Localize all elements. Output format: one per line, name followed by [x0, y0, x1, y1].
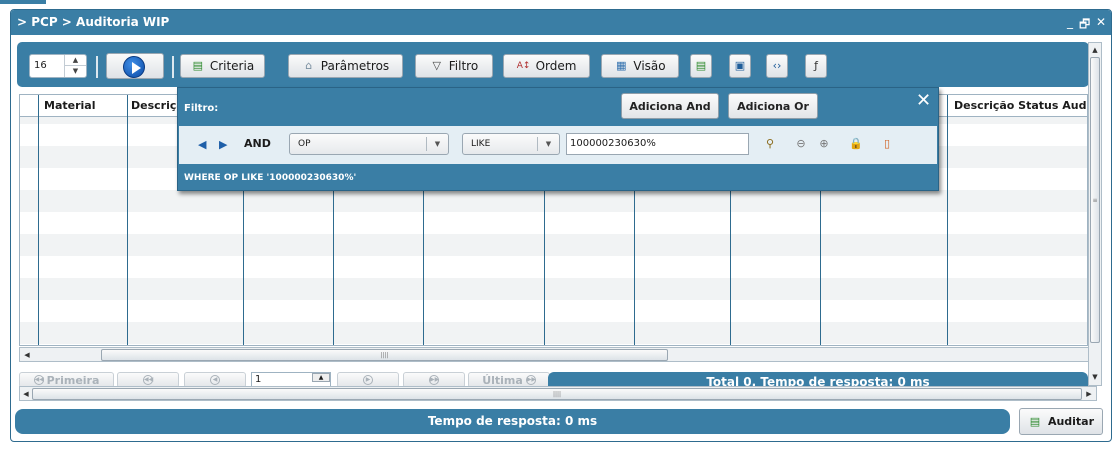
- column-header-descricao-status[interactable]: Descrição Status Audito: [954, 99, 1087, 112]
- auditar-label: Auditar: [1047, 415, 1095, 428]
- fast-forward-icon: ▶▶: [429, 375, 440, 385]
- add-and-button[interactable]: Adiciona And: [621, 93, 719, 119]
- grid-horizontal-scrollbar[interactable]: ◀ ||||: [19, 347, 1097, 362]
- toolbar-separator: [172, 56, 174, 78]
- first-page-label: Primeira: [46, 373, 100, 387]
- field-select-value: OP: [298, 139, 311, 149]
- main-window: > PCP > Auditoria WIP _ 🗗 ✕ 16 ▲ ▼ ▤ Cri…: [10, 9, 1112, 442]
- filter-popup-title: Filtro:: [184, 103, 219, 114]
- logic-operator: AND: [244, 137, 271, 150]
- export-excel-icon[interactable]: ▤: [690, 54, 712, 78]
- stepper-arrows[interactable]: ▲ ▼: [64, 55, 86, 77]
- filter-icon: ▽: [432, 59, 442, 72]
- move-down-icon[interactable]: ⊖: [794, 137, 808, 151]
- page-stepper-icon[interactable]: ▲: [312, 373, 330, 382]
- vertical-scroll-thumb[interactable]: ≡: [1090, 57, 1100, 343]
- vertical-scrollbar[interactable]: ▲ ≡ ▼: [1088, 42, 1102, 386]
- toolbar: 16 ▲ ▼ ▤ Criteria ⌂ Parâmetros ▽ Filtro …: [17, 42, 1089, 87]
- add-or-button[interactable]: Adiciona Or: [728, 93, 818, 119]
- auditar-button[interactable]: ▤ Auditar: [1019, 408, 1103, 435]
- filtro-label: Filtro: [448, 59, 479, 73]
- function-icon[interactable]: ƒ: [805, 54, 827, 78]
- page-size-value: 16: [34, 60, 47, 71]
- table-row: [20, 322, 1087, 344]
- scroll-thumb[interactable]: ||||: [32, 388, 1082, 400]
- code-icon[interactable]: ‹›: [766, 54, 788, 78]
- response-time-status: Tempo de resposta: 0 ms: [15, 409, 1010, 434]
- scroll-down-icon[interactable]: ▼: [1089, 371, 1101, 383]
- close-icon[interactable]: ✕: [1096, 15, 1106, 29]
- stepper-down-icon[interactable]: ▼: [65, 66, 86, 77]
- chevron-down-icon: ▼: [426, 137, 448, 151]
- run-button[interactable]: [106, 53, 164, 79]
- prev-icon: ◀: [210, 375, 220, 385]
- sort-az-icon: A↕: [516, 61, 531, 71]
- where-clause: WHERE OP LIKE '100000230630%': [184, 173, 357, 183]
- stepper-up-icon[interactable]: ▲: [65, 55, 86, 66]
- save-icon[interactable]: ▣: [729, 54, 751, 78]
- page-size-stepper[interactable]: 16 ▲ ▼: [29, 54, 87, 78]
- parametros-button[interactable]: ⌂ Parâmetros: [288, 54, 403, 78]
- scroll-right-icon[interactable]: ▶: [1083, 388, 1095, 400]
- scroll-up-icon[interactable]: ▲: [1089, 44, 1101, 56]
- top-tab-strip: [0, 0, 46, 4]
- ordem-label: Ordem: [535, 59, 577, 73]
- play-icon: [123, 56, 145, 78]
- close-icon[interactable]: ✕: [916, 92, 931, 110]
- page-number-value: 1: [255, 374, 262, 385]
- scroll-left-icon[interactable]: ◀: [21, 349, 33, 361]
- filter-popup: Filtro: Adiciona And Adiciona Or ✕ ◀ ▶ A…: [177, 87, 939, 191]
- remove-condition-icon[interactable]: ▯: [880, 137, 894, 151]
- restore-icon[interactable]: 🗗: [1079, 15, 1090, 36]
- minimize-icon[interactable]: _: [1067, 15, 1073, 29]
- criteria-icon: ▤: [192, 59, 204, 72]
- title-bar: > PCP > Auditoria WIP _ 🗗 ✕: [11, 10, 1111, 35]
- criteria-button[interactable]: ▤ Criteria: [180, 54, 265, 78]
- column-header-material[interactable]: Material: [44, 99, 95, 112]
- operator-select-value: LIKE: [471, 139, 491, 149]
- visao-label: Visão: [633, 59, 666, 73]
- chevron-down-icon: ▼: [537, 137, 559, 151]
- lock-icon[interactable]: 🔒: [849, 137, 863, 151]
- column-divider: [38, 95, 39, 345]
- scroll-left-icon[interactable]: ◀: [20, 388, 32, 400]
- column-header-descricao[interactable]: Descriçã: [131, 99, 184, 112]
- table-view-icon: ▦: [616, 59, 627, 72]
- parametros-label: Parâmetros: [320, 59, 390, 73]
- page-horizontal-scrollbar[interactable]: ◀ |||| ▶: [19, 386, 1097, 401]
- first-page-icon: ◀◀: [33, 375, 44, 385]
- ordem-button[interactable]: A↕ Ordem: [503, 54, 590, 78]
- audit-icon: ▤: [1029, 414, 1041, 428]
- table-row: [20, 278, 1087, 300]
- filtro-button[interactable]: ▽ Filtro: [415, 54, 493, 78]
- table-row: [20, 190, 1087, 212]
- last-page-label: Última: [482, 373, 523, 387]
- window-title: > PCP > Auditoria WIP: [17, 15, 170, 29]
- scroll-thumb[interactable]: ||||: [101, 349, 668, 361]
- filter-value-input[interactable]: 100000230630%: [566, 133, 749, 155]
- magic-wand-icon[interactable]: ⚲: [763, 137, 777, 151]
- move-right-icon[interactable]: ▶: [219, 138, 227, 151]
- criteria-label: Criteria: [209, 59, 255, 73]
- next-icon: ▶: [363, 375, 373, 385]
- toolbar-separator: [96, 56, 98, 78]
- field-select[interactable]: OP ▼: [289, 133, 449, 155]
- move-up-icon[interactable]: ⊕: [817, 137, 831, 151]
- column-divider: [127, 95, 128, 345]
- rewind-icon: ◀◀: [143, 375, 154, 385]
- operator-select[interactable]: LIKE ▼: [462, 133, 560, 155]
- column-divider: [947, 95, 948, 345]
- tag-icon: ⌂: [305, 59, 313, 72]
- move-left-icon[interactable]: ◀: [198, 138, 206, 151]
- table-row: [20, 234, 1087, 256]
- visao-button[interactable]: ▦ Visão: [601, 54, 679, 78]
- filter-condition-row: ◀ ▶ AND OP ▼ LIKE ▼ 100000230630% ⚲ ⊖ ⊕ …: [179, 126, 937, 164]
- last-page-icon: ▶▶: [525, 375, 537, 385]
